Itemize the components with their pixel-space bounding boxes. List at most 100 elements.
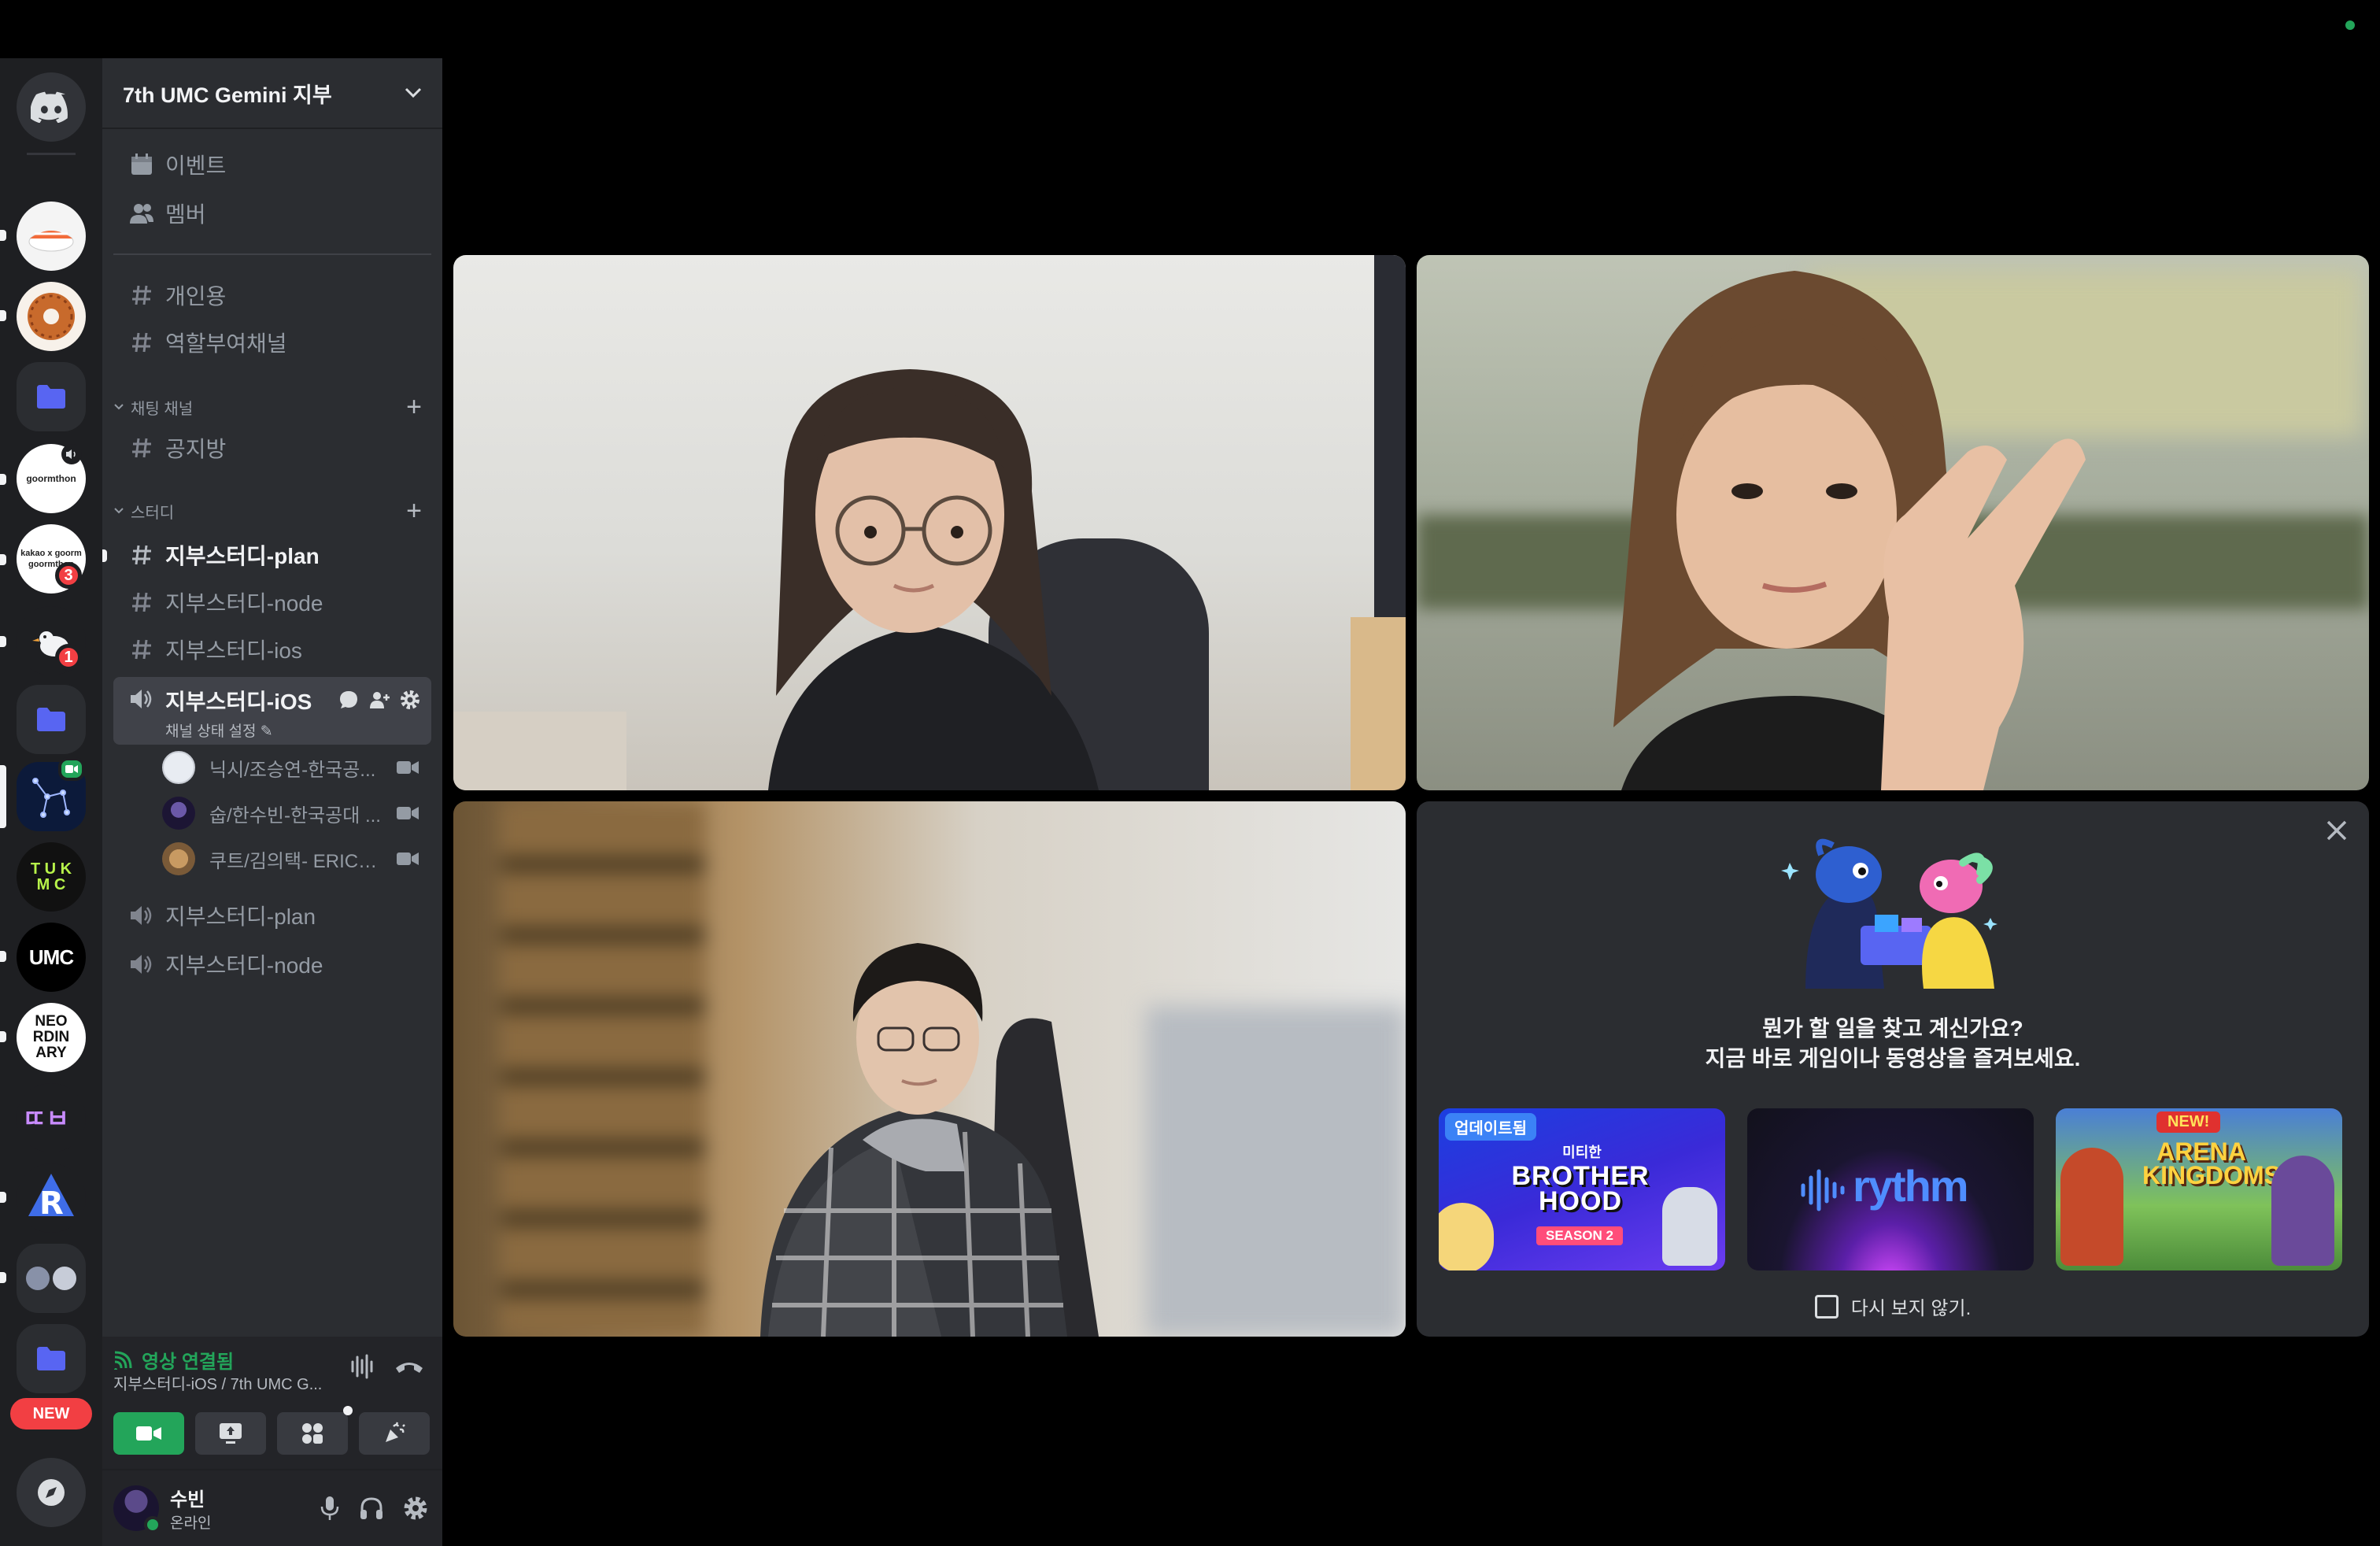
discord-home-button[interactable]: [17, 72, 86, 142]
microphone-icon[interactable]: [320, 1495, 340, 1522]
sidebar-divider: [113, 253, 431, 255]
avatar: [162, 842, 195, 875]
unread-pill: [0, 310, 6, 321]
hashtag-icon: [128, 434, 156, 462]
guild-header[interactable]: 7th UMC Gemini 지부: [102, 58, 442, 129]
channel-study-ios[interactable]: 지부스터디-ios: [113, 628, 431, 671]
server-folder[interactable]: [17, 685, 86, 754]
nav-events[interactable]: 이벤트: [113, 143, 431, 186]
voice-channel-actions: [338, 690, 420, 710]
channel-label: 공지방: [165, 437, 227, 461]
server-folder[interactable]: [17, 1324, 86, 1393]
activity-promo-panel: 뭔가 할 일을 찾고 계신가요? 지금 바로 게임이나 동영상을 즐겨보세요. …: [1417, 801, 2369, 1337]
nav-members[interactable]: 멤버: [113, 192, 431, 235]
channel-personal[interactable]: 개인용: [113, 274, 431, 316]
activity-card-rythm[interactable]: rythm: [1747, 1108, 2034, 1270]
speaker-icon: [128, 901, 156, 930]
umc-logo: UMC: [28, 945, 74, 969]
channel-status-set[interactable]: 채널 상태 설정 ✎: [165, 719, 312, 741]
category-label: 스터디: [131, 504, 175, 522]
channel-notice[interactable]: 공지방: [113, 427, 431, 469]
video-camera-icon: [397, 807, 419, 819]
add-channel-icon[interactable]: +: [406, 394, 422, 420]
channel-label: 지부스터디-node: [165, 953, 323, 978]
season-badge: SEASON 2: [1536, 1226, 1623, 1245]
voice-connection-panel: 영상 연결됨 지부스터디-iOS / 7th UMC G...: [102, 1337, 442, 1470]
video-camera-icon: [136, 1426, 161, 1441]
dont-show-again-checkbox[interactable]: [1814, 1294, 1839, 1319]
headphones-icon[interactable]: [359, 1496, 384, 1521]
channel-status-label: 채널 상태 설정: [165, 723, 257, 740]
screen-share-button[interactable]: [195, 1412, 266, 1455]
unread-pill: [102, 549, 107, 562]
server-umc[interactable]: UMC: [17, 923, 86, 992]
video-tile[interactable]: [453, 801, 1406, 1337]
participant-video: [768, 369, 1099, 790]
hashtag-icon: [128, 635, 156, 664]
server-donut[interactable]: [17, 282, 86, 351]
voice-channel-plan[interactable]: 지부스터디-plan: [113, 894, 431, 937]
screen-share-icon: [220, 1423, 242, 1444]
invite-member-icon[interactable]: [368, 690, 390, 710]
card-title: BROTHER HOOD: [1511, 1161, 1650, 1216]
video-tile[interactable]: [1417, 255, 2369, 790]
channel-label: 개인용: [165, 284, 227, 309]
participant-video: [760, 943, 1099, 1337]
server-tukorea-umc[interactable]: T U KM C: [17, 842, 86, 912]
voice-channel-node[interactable]: 지부스터디-node: [113, 943, 431, 986]
avatar: [162, 751, 195, 784]
server-folder[interactable]: [17, 362, 86, 431]
r-logo-icon: R: [28, 1174, 74, 1222]
category-study[interactable]: 스터디 +: [109, 497, 439, 524]
video-tile[interactable]: [453, 255, 1406, 790]
voice-channel-info: 지부스터디-iOS 채널 상태 설정 ✎: [165, 685, 312, 741]
channel-study-plan[interactable]: 지부스터디-plan: [113, 534, 431, 576]
activities-button[interactable]: [277, 1412, 348, 1455]
category-chat[interactable]: 채팅 채널 +: [109, 394, 439, 420]
voice-user-name: 쿠트/김의택- ERICA ...: [209, 850, 382, 872]
chevron-down-icon: [114, 404, 124, 410]
video-call-icon: [58, 757, 85, 781]
channel-role-assign[interactable]: 역할부여채널: [113, 321, 431, 364]
channel-study-node[interactable]: 지부스터디-node: [113, 581, 431, 623]
character-art: [1439, 1203, 1494, 1270]
gear-icon[interactable]: [403, 1496, 428, 1521]
server-folder-group[interactable]: [17, 1244, 86, 1313]
soundboard-button[interactable]: [359, 1412, 430, 1455]
server-ttukbaegi[interactable]: ㄸㅂ: [17, 1083, 86, 1152]
server-r[interactable]: R: [17, 1163, 86, 1233]
noise-suppression-icon[interactable]: [348, 1352, 376, 1381]
connection-indicator: [2345, 20, 2355, 30]
server-sushi[interactable]: [17, 202, 86, 271]
server-neordinary[interactable]: NEO RDIN ARY: [17, 1003, 86, 1072]
new-badge: NEW!: [2156, 1111, 2221, 1133]
unread-pill: [0, 474, 6, 485]
online-status-dot: [144, 1516, 161, 1533]
nav-members-label: 멤버: [165, 202, 206, 227]
new-badge[interactable]: NEW: [10, 1398, 92, 1429]
voice-user[interactable]: 닉시/조승연-한국공...: [162, 748, 430, 787]
disconnect-icon[interactable]: [394, 1356, 425, 1378]
close-icon[interactable]: [2323, 817, 2350, 844]
user-info[interactable]: 수빈 온라인: [170, 1484, 211, 1533]
voice-user[interactable]: 쿠트/김의택- ERICA ...: [162, 839, 430, 878]
activity-card-arena-kingdoms[interactable]: NEW! ARENA KINGDOMS: [2056, 1108, 2342, 1270]
user-controls: [320, 1495, 428, 1522]
avatar[interactable]: [113, 1485, 161, 1533]
add-channel-icon[interactable]: +: [406, 497, 422, 524]
voice-user[interactable]: 숩/한수빈-한국공대 ...: [162, 793, 430, 833]
rail-divider: [27, 153, 76, 155]
activity-card-brotherhood[interactable]: 업데이트됨 미티한 BROTHER HOOD SEASON 2: [1439, 1108, 1725, 1270]
chat-bubble-icon[interactable]: [338, 690, 359, 710]
voice-status[interactable]: 영상 연결됨: [113, 1346, 234, 1374]
folder-icon: [37, 1347, 65, 1370]
unread-pill: [0, 1192, 6, 1203]
camera-toggle-button[interactable]: [113, 1412, 184, 1455]
server-rail: goormthon kakao x goorm goormthon 3 1 T U…: [0, 58, 102, 1546]
voice-channel-path[interactable]: 지부스터디-iOS / 7th UMC G...: [113, 1371, 342, 1394]
discover-button[interactable]: [17, 1458, 86, 1527]
voice-channel-active[interactable]: 지부스터디-iOS 채널 상태 설정 ✎: [113, 677, 431, 745]
gear-icon[interactable]: [400, 690, 420, 710]
hashtag-icon: [128, 541, 156, 569]
user-status: 온라인: [170, 1515, 212, 1532]
